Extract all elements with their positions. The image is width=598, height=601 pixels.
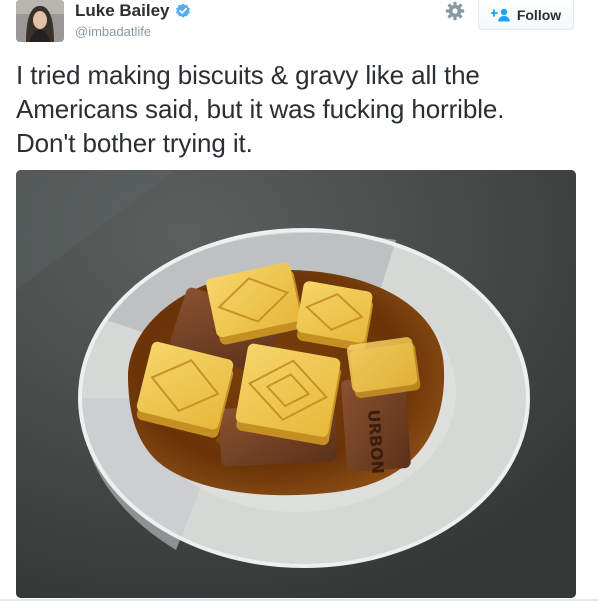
follow-button-label: Follow bbox=[516, 7, 562, 23]
avatar-image bbox=[16, 0, 64, 42]
biscuits-gravy-image: URBON bbox=[16, 170, 576, 598]
tweet-text-line: Americans said, but it was fucking horri… bbox=[16, 94, 505, 124]
avatar[interactable] bbox=[16, 0, 64, 42]
tweet-card: Luke Bailey @imbadatlife Follow I tried … bbox=[0, 0, 598, 601]
tweet-text-line: I tried making biscuits & gravy like all… bbox=[16, 60, 480, 90]
tweet-text: I tried making biscuits & gravy like all… bbox=[16, 58, 586, 160]
display-name-text: Luke Bailey bbox=[75, 1, 170, 20]
tweet-text-line: Don't bother trying it. bbox=[16, 128, 253, 158]
display-name[interactable]: Luke Bailey bbox=[75, 1, 191, 21]
gear-icon[interactable] bbox=[444, 0, 466, 22]
user-handle[interactable]: @imbadatlife bbox=[75, 24, 151, 39]
add-user-icon bbox=[490, 8, 510, 22]
follow-button[interactable]: Follow bbox=[478, 0, 574, 30]
tweet-photo[interactable]: URBON bbox=[16, 170, 576, 598]
verified-badge-icon bbox=[175, 3, 190, 18]
